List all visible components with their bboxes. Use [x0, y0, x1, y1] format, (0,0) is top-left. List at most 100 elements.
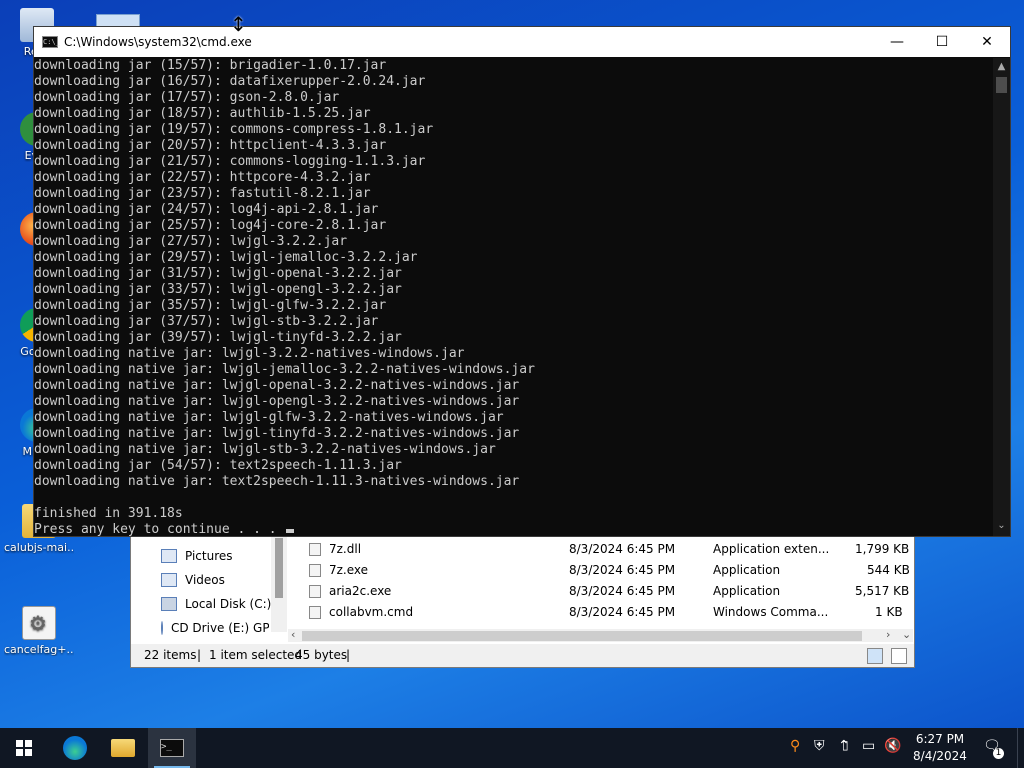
file-type: Application exten... [713, 542, 830, 556]
console-line: downloading native jar: lwjgl-3.2.2-nati… [34, 346, 465, 361]
console-line: downloading native jar: lwjgl-tinyfd-3.2… [34, 426, 520, 441]
console-line: downloading native jar: lwjgl-glfw-3.2.2… [34, 410, 504, 425]
minimize-button[interactable]: — [874, 27, 920, 57]
console-line: downloading jar (54/57): text2speech-1.1… [34, 458, 402, 473]
console-scrollbar[interactable]: ▲ ⌄ [993, 58, 1010, 536]
window-title: C:\Windows\system32\cmd.exe [64, 35, 252, 49]
console-line: downloading jar (17/57): gson-2.8.0.jar [34, 90, 340, 105]
scroll-up-icon[interactable]: ▲ [993, 61, 1010, 72]
console-line: downloading native jar: lwjgl-opengl-3.2… [34, 394, 520, 409]
clock-date: 8/4/2024 [913, 749, 967, 763]
usb-device-icon[interactable]: ▯ [842, 738, 849, 758]
file-type: Application [713, 584, 781, 598]
clock[interactable]: 6:27 PM 8/4/2024 [900, 731, 980, 765]
console-output[interactable]: downloading jar (15/57): brigadier-1.0.1… [34, 58, 996, 536]
cmd-titlebar[interactable]: C:\_ C:\Windows\system32\cmd.exe — ☐ ✕ [34, 27, 1010, 57]
nav-item-videos[interactable]: Videos [161, 570, 225, 590]
scroll-down-icon[interactable]: ⌄ [993, 520, 1010, 531]
horizontal-scroll-thumb[interactable] [302, 631, 862, 641]
console-line: Press any key to continue . . . [34, 522, 996, 536]
maximize-button[interactable]: ☐ [919, 27, 965, 57]
console-line: downloading jar (16/57): datafixerupper-… [34, 74, 426, 89]
videos-icon [161, 573, 177, 587]
status-separator: | [346, 648, 351, 662]
file-name: aria2c.exe [329, 584, 392, 598]
scroll-right-icon[interactable]: › [886, 628, 890, 641]
volume-muted-icon[interactable]: 🔇 [884, 738, 901, 758]
nav-item-label: CD Drive (E:) GP [171, 621, 269, 635]
console-scroll-thumb[interactable] [996, 77, 1007, 93]
resize-cursor-icon: ↕ [230, 12, 247, 36]
console-line: downloading jar (22/57): httpcore-4.3.2.… [34, 170, 371, 185]
file-row[interactable]: 7z.exe 8/3/2024 6:45 PM Application 544 … [291, 560, 911, 581]
search-tray-icon[interactable]: ⚲ [790, 738, 800, 758]
large-icons-view-button[interactable] [891, 648, 907, 664]
status-separator: | [197, 648, 202, 662]
file-name: 7z.dll [329, 542, 362, 556]
windows-start-icon [16, 740, 32, 756]
selection-size: 45 bytes [295, 648, 348, 662]
file-size: 544 KB [867, 563, 910, 577]
start-button[interactable] [0, 728, 48, 768]
file-name: collabvm.cmd [329, 605, 414, 619]
clock-time: 6:27 PM [915, 732, 965, 746]
desktop-icon-cancelfag[interactable]: ⚙ cancelfag+... [4, 606, 74, 656]
console-line: downloading jar (20/57): httpclient-4.3.… [34, 138, 387, 153]
console-line: downloading jar (24/57): log4j-api-2.8.1… [34, 202, 379, 217]
status-bar: 22 items | 1 item selected 45 bytes | [131, 644, 914, 667]
console-line: downloading jar (31/57): lwjgl-openal-3.… [34, 266, 402, 281]
close-button[interactable]: ✕ [964, 27, 1010, 57]
nav-item-local-disk[interactable]: Local Disk (C:) [161, 594, 271, 614]
file-size: 1,799 KB [855, 542, 910, 556]
security-shield-icon[interactable]: ⛨ [814, 738, 825, 758]
nav-scroll-thumb[interactable] [275, 538, 283, 598]
file-row[interactable]: collabvm.cmd 8/3/2024 6:45 PM Windows Co… [291, 602, 911, 623]
selection-count: 1 item selected [209, 648, 303, 662]
file-row[interactable]: aria2c.exe 8/3/2024 6:45 PM Application … [291, 581, 911, 602]
show-desktop-button[interactable] [1017, 728, 1024, 768]
exe-file-icon [309, 564, 321, 577]
file-size: 1 KB [875, 605, 903, 619]
scroll-down-icon[interactable]: ⌄ [902, 628, 911, 641]
cmd-window[interactable]: C:\_ C:\Windows\system32\cmd.exe — ☐ ✕ d… [33, 26, 1011, 537]
console-line: downloading jar (19/57): commons-compres… [34, 122, 434, 137]
file-name: 7z.exe [329, 563, 369, 577]
file-date: 8/3/2024 6:45 PM [569, 542, 676, 556]
console-line: finished in 391.18s [34, 506, 183, 521]
network-icon[interactable]: ▭ [862, 738, 875, 758]
file-explorer-icon [111, 739, 135, 757]
cmd-icon: >_ [160, 739, 184, 757]
taskbar-cmd[interactable]: >_ [148, 728, 196, 768]
taskbar-edge[interactable] [51, 728, 99, 768]
nav-item-label: Videos [185, 573, 225, 587]
file-explorer-window[interactable]: Pictures Videos Local Disk (C:) CD Drive… [130, 533, 915, 668]
nav-item-pictures[interactable]: Pictures [161, 546, 233, 566]
file-type: Application [713, 563, 781, 577]
file-date: 8/3/2024 6:45 PM [569, 584, 676, 598]
drive-icon [161, 597, 177, 611]
dll-file-icon [309, 543, 321, 556]
nav-scrollbar[interactable] [271, 534, 287, 632]
console-line: downloading jar (27/57): lwjgl-3.2.2.jar [34, 234, 348, 249]
console-line: downloading jar (29/57): lwjgl-jemalloc-… [34, 250, 418, 265]
taskbar: >_ ⚲ ⛨ ⌃ ▯ ▭ 🔇 6:27 PM 8/4/2024 🗨 1 [0, 728, 1024, 768]
file-type: Windows Comma... [713, 605, 829, 619]
cmd-file-icon [309, 606, 321, 619]
console-line: downloading jar (35/57): lwjgl-glfw-3.2.… [34, 298, 387, 313]
console-line: downloading native jar: lwjgl-jemalloc-3… [34, 362, 535, 377]
nav-item-label: Local Disk (C:) [185, 597, 272, 611]
file-date: 8/3/2024 6:45 PM [569, 605, 676, 619]
console-line: downloading jar (33/57): lwjgl-opengl-3.… [34, 282, 402, 297]
console-line: downloading jar (39/57): lwjgl-tinyfd-3.… [34, 330, 402, 345]
console-line: downloading native jar: text2speech-1.11… [34, 474, 520, 489]
details-view-button[interactable] [867, 648, 883, 664]
file-row[interactable]: 7z.dll 8/3/2024 6:45 PM Application exte… [291, 539, 911, 560]
horizontal-scrollbar[interactable]: ‹ › ⌄ [288, 628, 913, 642]
scroll-left-icon[interactable]: ‹ [291, 628, 295, 641]
desktop-icon-label: cancelfag+... [4, 643, 74, 656]
cd-drive-icon [161, 621, 163, 635]
console-line: downloading jar (15/57): brigadier-1.0.1… [34, 58, 387, 73]
taskbar-file-explorer[interactable] [99, 728, 147, 768]
nav-item-cd-drive[interactable]: CD Drive (E:) GP [161, 618, 269, 638]
